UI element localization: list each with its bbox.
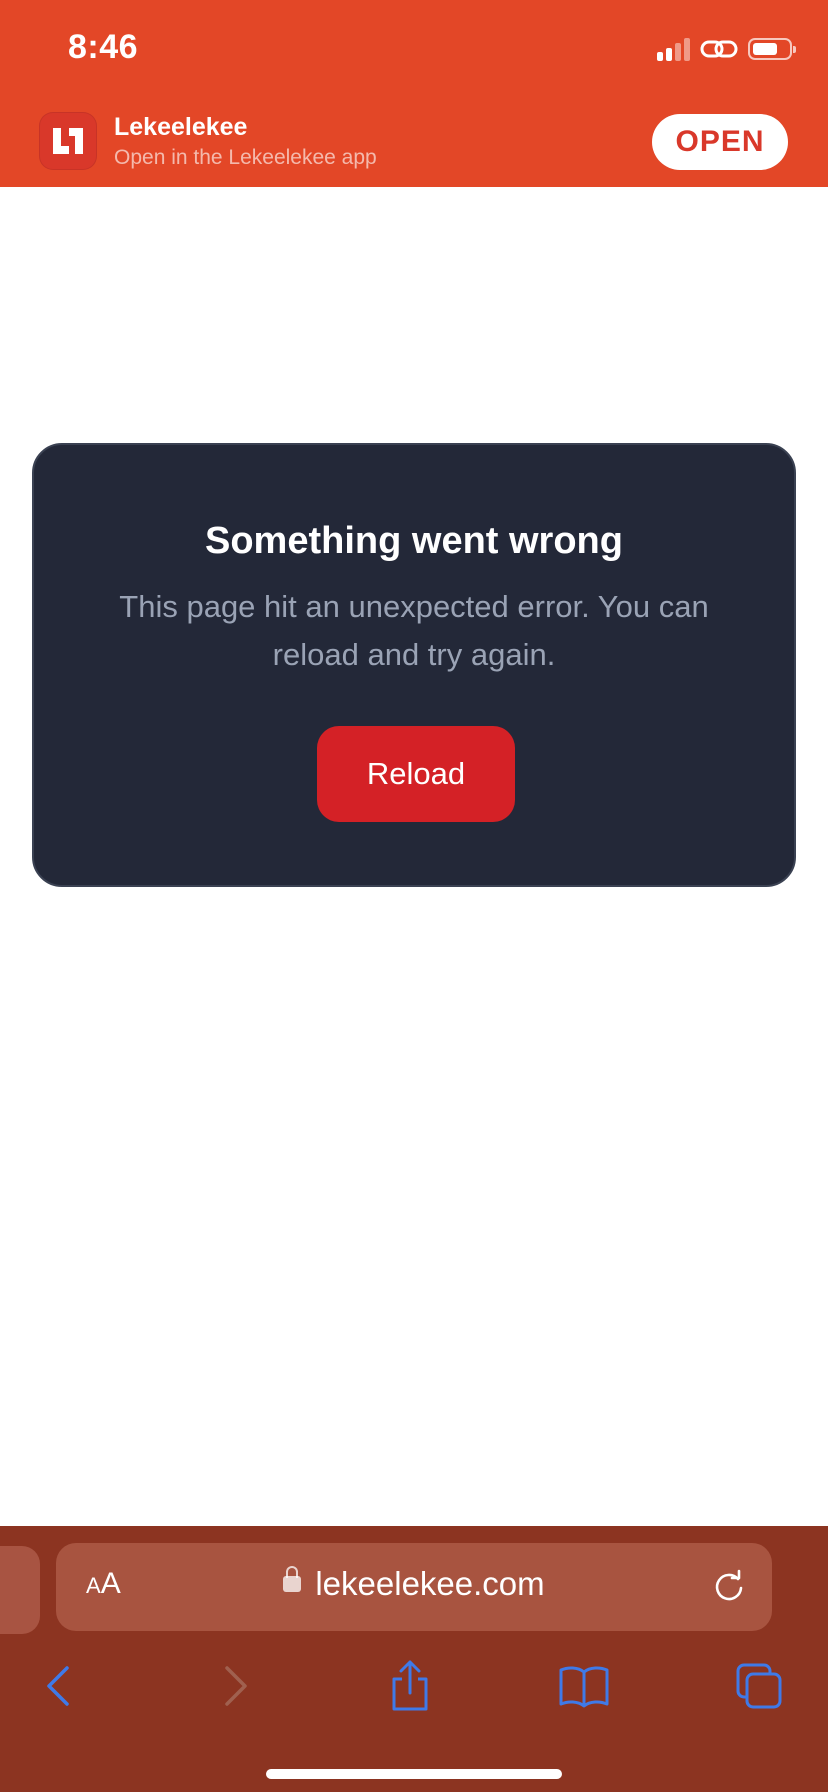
link-icon (700, 40, 738, 58)
forward-button[interactable] (201, 1656, 271, 1716)
app-icon[interactable] (39, 112, 97, 170)
share-icon (392, 1660, 428, 1711)
share-button[interactable] (375, 1656, 445, 1716)
error-card: Something went wrong This page hit an un… (32, 443, 796, 887)
open-app-button[interactable]: OPEN (652, 114, 788, 170)
book-icon (559, 1666, 609, 1708)
url-display[interactable]: lekeelekee.com (56, 1565, 772, 1603)
back-button[interactable] (23, 1656, 93, 1716)
status-icons (657, 34, 796, 64)
tabs-icon (736, 1663, 782, 1709)
bookmarks-button[interactable] (549, 1656, 619, 1716)
url-text: lekeelekee.com (315, 1565, 545, 1602)
app-name: Lekeelekee (114, 113, 248, 141)
cellular-signal-icon (657, 37, 690, 61)
home-indicator[interactable] (266, 1769, 562, 1779)
chevron-left-icon (47, 1666, 69, 1706)
tabs-button[interactable] (724, 1656, 794, 1716)
status-time: 8:46 (68, 28, 139, 66)
reload-button[interactable]: Reload (317, 726, 515, 822)
app-subtitle: Open in the Lekeelekee app (114, 146, 377, 169)
address-bar[interactable]: AA lekeelekee.com (56, 1543, 772, 1631)
reload-page-icon[interactable] (712, 1569, 746, 1603)
error-title: Something went wrong (205, 520, 623, 562)
browser-toolbar: AA lekeelekee.com (0, 1526, 828, 1792)
previous-tab-peek[interactable] (0, 1546, 40, 1634)
error-message: This page hit an unexpected error. You c… (119, 589, 709, 672)
smart-app-banner: 8:46 Lekeelekee Open in the Lekeelekee a… (0, 0, 828, 187)
battery-icon (748, 38, 796, 60)
chevron-right-icon (225, 1666, 247, 1706)
lock-icon (283, 1566, 302, 1593)
